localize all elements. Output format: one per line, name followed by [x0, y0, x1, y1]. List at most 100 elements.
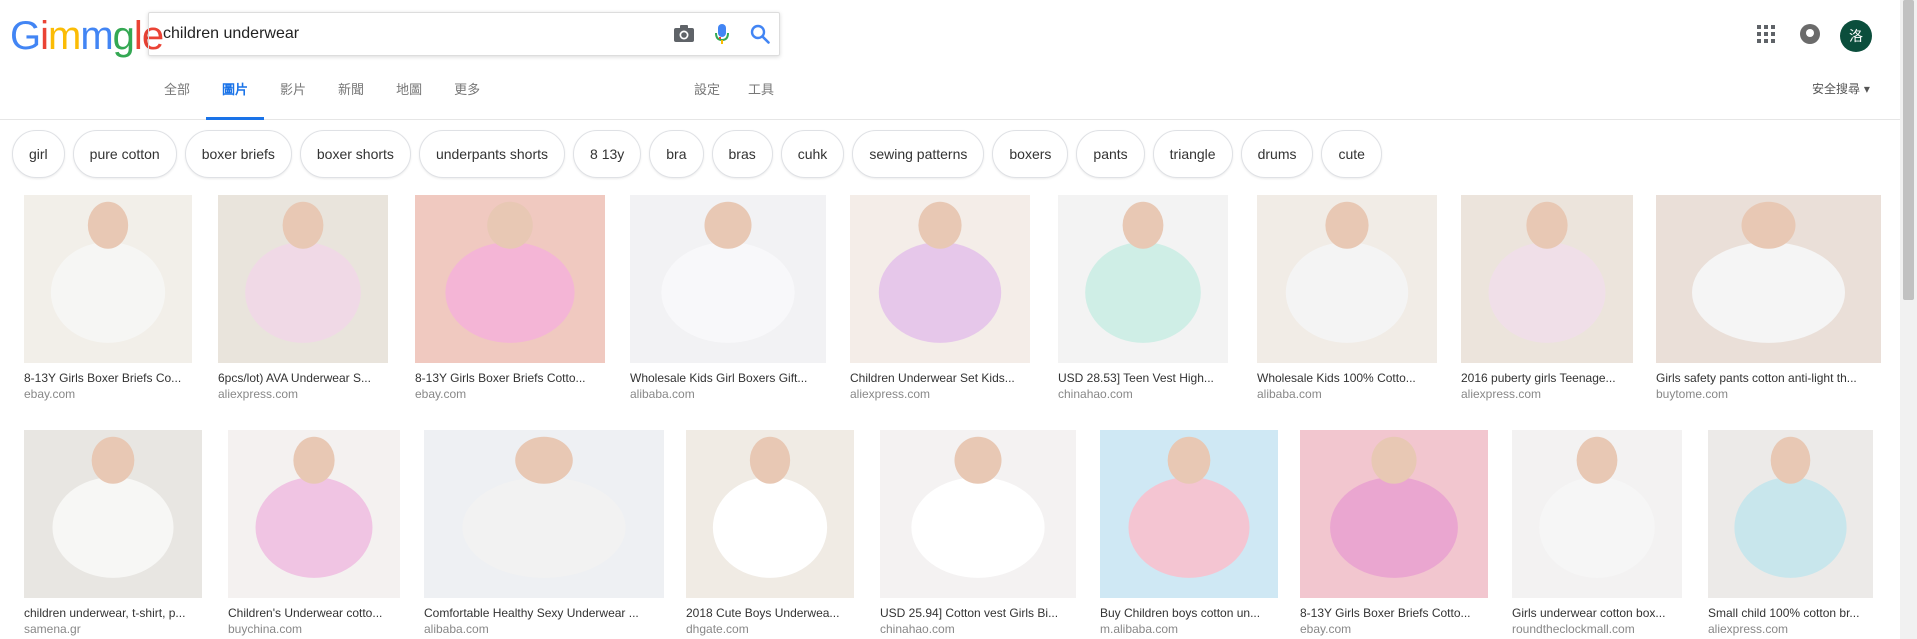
- image-result[interactable]: 2018 Cute Boys Underwea... dhgate.com: [686, 430, 854, 636]
- image-source[interactable]: roundtheclockmall.com: [1512, 622, 1682, 636]
- image-source[interactable]: alibaba.com: [1257, 387, 1437, 401]
- image-result[interactable]: Buy Children boys cotton un... m.alibaba.…: [1100, 430, 1278, 636]
- tab-0[interactable]: 全部: [148, 72, 206, 120]
- thumbnail[interactable]: [24, 195, 192, 363]
- image-result[interactable]: Small child 100% cotton br... aliexpress.…: [1708, 430, 1873, 636]
- thumbnail[interactable]: [1300, 430, 1488, 598]
- image-caption[interactable]: 8-13Y Girls Boxer Briefs Cotto...: [1300, 606, 1488, 620]
- image-result[interactable]: USD 28.53] Teen Vest High... chinahao.com: [1058, 195, 1228, 401]
- tab-5[interactable]: 更多: [438, 72, 496, 120]
- image-source[interactable]: buychina.com: [228, 622, 400, 636]
- thumbnail[interactable]: [630, 195, 826, 363]
- thumbnail[interactable]: [1461, 195, 1633, 363]
- chip-girl[interactable]: girl: [12, 130, 65, 178]
- scrollbar[interactable]: [1900, 0, 1917, 639]
- chip-underpants-shorts[interactable]: underpants shorts: [418, 130, 566, 178]
- chip-boxer-shorts[interactable]: boxer shorts: [299, 130, 411, 178]
- chip-cuhk[interactable]: cuhk: [780, 130, 845, 178]
- image-source[interactable]: ebay.com: [415, 387, 605, 401]
- thumbnail[interactable]: [1100, 430, 1278, 598]
- image-caption[interactable]: Girls safety pants cotton anti-light th.…: [1656, 371, 1881, 385]
- thumbnail[interactable]: [1257, 195, 1437, 363]
- image-result[interactable]: 8-13Y Girls Boxer Briefs Cotto... ebay.co…: [1300, 430, 1488, 636]
- avatar[interactable]: 洛: [1840, 20, 1872, 52]
- image-source[interactable]: ebay.com: [1300, 622, 1488, 636]
- image-caption[interactable]: USD 28.53] Teen Vest High...: [1058, 371, 1228, 385]
- safe-search-toggle[interactable]: 安全搜尋 ▾: [1812, 80, 1870, 97]
- thumbnail[interactable]: [24, 430, 202, 598]
- thumbnail[interactable]: [228, 430, 400, 598]
- tab-4[interactable]: 地圖: [380, 72, 438, 120]
- chip-pants[interactable]: pants: [1076, 130, 1145, 178]
- tool-1[interactable]: 工具: [734, 72, 788, 120]
- apps-grid-icon[interactable]: [1756, 24, 1776, 44]
- image-result[interactable]: 2016 puberty girls Teenage... aliexpress.…: [1461, 195, 1633, 401]
- image-source[interactable]: chinahao.com: [1058, 387, 1228, 401]
- image-result[interactable]: Wholesale Kids 100% Cotto... alibaba.com: [1257, 195, 1437, 401]
- thumbnail[interactable]: [1512, 430, 1682, 598]
- thumbnail[interactable]: [218, 195, 388, 363]
- chip-pure-cotton[interactable]: pure cotton: [72, 130, 177, 178]
- image-result[interactable]: Comfortable Healthy Sexy Underwear ... al…: [424, 430, 664, 636]
- image-caption[interactable]: Small child 100% cotton br...: [1708, 606, 1873, 620]
- image-result[interactable]: Girls safety pants cotton anti-light th.…: [1656, 195, 1881, 401]
- thumbnail[interactable]: [880, 430, 1076, 598]
- image-caption[interactable]: 6pcs/lot) AVA Underwear S...: [218, 371, 388, 385]
- image-caption[interactable]: Wholesale Kids 100% Cotto...: [1257, 371, 1437, 385]
- image-result[interactable]: 8-13Y Girls Boxer Briefs Co... ebay.com: [24, 195, 192, 401]
- thumbnail[interactable]: [424, 430, 664, 598]
- chip-boxers[interactable]: boxers: [992, 130, 1069, 178]
- image-caption[interactable]: Children Underwear Set Kids...: [850, 371, 1030, 385]
- thumbnail[interactable]: [686, 430, 854, 598]
- chip-triangle[interactable]: triangle: [1152, 130, 1233, 178]
- search-input[interactable]: [163, 25, 665, 43]
- image-source[interactable]: aliexpress.com: [850, 387, 1030, 401]
- chip-8-13y[interactable]: 8 13y: [573, 130, 642, 178]
- thumbnail[interactable]: [1656, 195, 1881, 363]
- chip-sewing-patterns[interactable]: sewing patterns: [852, 130, 985, 178]
- image-result[interactable]: children underwear, t-shirt, p... samena.…: [24, 430, 202, 636]
- image-source[interactable]: aliexpress.com: [1461, 387, 1633, 401]
- image-caption[interactable]: Wholesale Kids Girl Boxers Gift...: [630, 371, 826, 385]
- image-source[interactable]: alibaba.com: [630, 387, 826, 401]
- image-source[interactable]: aliexpress.com: [1708, 622, 1873, 636]
- thumbnail[interactable]: [1058, 195, 1228, 363]
- image-source[interactable]: dhgate.com: [686, 622, 854, 636]
- notifications-icon[interactable]: [1800, 24, 1820, 44]
- thumbnail[interactable]: [1708, 430, 1873, 598]
- image-source[interactable]: ebay.com: [24, 387, 192, 401]
- image-caption[interactable]: Comfortable Healthy Sexy Underwear ...: [424, 606, 664, 620]
- chip-boxer-briefs[interactable]: boxer briefs: [184, 130, 292, 178]
- image-caption[interactable]: Children's Underwear cotto...: [228, 606, 400, 620]
- image-result[interactable]: Wholesale Kids Girl Boxers Gift... alibab…: [630, 195, 826, 401]
- image-caption[interactable]: USD 25.94] Cotton vest Girls Bi...: [880, 606, 1076, 620]
- chip-bra[interactable]: bra: [649, 130, 704, 178]
- tool-0[interactable]: 設定: [680, 72, 734, 120]
- image-source[interactable]: alibaba.com: [424, 622, 664, 636]
- image-result[interactable]: USD 25.94] Cotton vest Girls Bi... chinah…: [880, 430, 1076, 636]
- image-source[interactable]: samena.gr: [24, 622, 202, 636]
- image-caption[interactable]: 2016 puberty girls Teenage...: [1461, 371, 1633, 385]
- image-caption[interactable]: 2018 Cute Boys Underwea...: [686, 606, 854, 620]
- image-result[interactable]: Children's Underwear cotto... buychina.co…: [228, 430, 400, 636]
- image-caption[interactable]: Buy Children boys cotton un...: [1100, 606, 1278, 620]
- image-caption[interactable]: 8-13Y Girls Boxer Briefs Cotto...: [415, 371, 605, 385]
- tab-1[interactable]: 圖片: [206, 72, 265, 120]
- image-source[interactable]: aliexpress.com: [218, 387, 388, 401]
- microphone-icon[interactable]: [703, 15, 741, 53]
- thumbnail[interactable]: [415, 195, 605, 363]
- thumbnail[interactable]: [850, 195, 1030, 363]
- chip-cute[interactable]: cute: [1321, 130, 1382, 178]
- image-caption[interactable]: Girls underwear cotton box...: [1512, 606, 1682, 620]
- tab-3[interactable]: 新聞: [322, 72, 380, 120]
- image-result[interactable]: Children Underwear Set Kids... aliexpress…: [850, 195, 1030, 401]
- google-logo[interactable]: Gimmgle: [10, 14, 164, 59]
- scrollbar-thumb[interactable]: [1903, 0, 1914, 300]
- image-source[interactable]: m.alibaba.com: [1100, 622, 1278, 636]
- image-source[interactable]: buytome.com: [1656, 387, 1881, 401]
- chip-bras[interactable]: bras: [711, 130, 773, 178]
- chip-drums[interactable]: drums: [1240, 130, 1314, 178]
- search-icon[interactable]: [741, 15, 779, 53]
- image-result[interactable]: Girls underwear cotton box... roundtheclo…: [1512, 430, 1682, 636]
- image-result[interactable]: 8-13Y Girls Boxer Briefs Cotto... ebay.co…: [415, 195, 605, 401]
